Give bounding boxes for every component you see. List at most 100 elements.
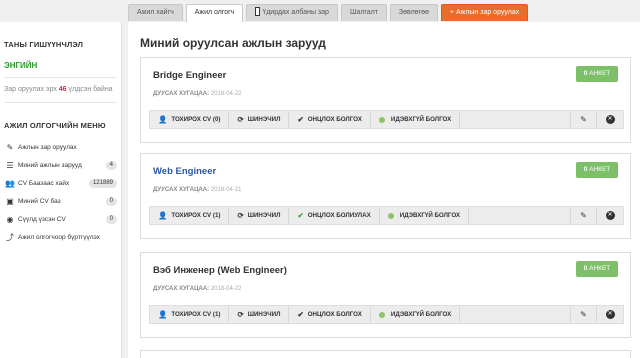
users-icon: 👥 [5, 178, 15, 188]
quota-suffix: үлдсэн байна [68, 86, 113, 93]
close-icon: ✕ [605, 310, 615, 319]
anket-count: 0 [583, 265, 588, 272]
list-icon: ☰ [6, 160, 14, 170]
job-card: Вэб Инженер (Web Engineer) ДУУСАХ ХУГАЦА… [140, 252, 631, 338]
deadline-label: ДУУСАХ ХУГАЦАА: [153, 286, 210, 292]
tab-management-jobs[interactable]: Үдирдах албаны зар [246, 4, 338, 21]
anket-count-button[interactable]: 0 АНКЕТ [576, 66, 618, 82]
matching-cv-label: ТОХИРОХ CV (0) [171, 116, 221, 123]
sidebar-item-my-cv-base[interactable]: ▣ Миний CV баз 0 [4, 192, 117, 210]
edit-icon: ✎ [580, 211, 587, 220]
count-badge: 0 [105, 196, 117, 206]
main-content: Миний оруулсан ажлын зарууд Bridge Engin… [128, 22, 640, 358]
matching-cv-button[interactable]: 👤 ТОХИРОХ CV (0) [150, 111, 230, 128]
pencil-icon: ✎ [6, 142, 14, 152]
check-icon: ✔ [297, 211, 304, 220]
sidebar-item-post-job[interactable]: ✎ Ажлын зар оруулах [4, 138, 117, 156]
refresh-button[interactable]: ⟳ ШИНЭЧИЛ [229, 207, 290, 224]
status-dot-icon [378, 116, 385, 123]
sidebar-item-my-jobs[interactable]: ☰ Миний ажлын зарууд 4 [4, 156, 117, 174]
sidebar-item-label: CV Баазаас хайх [18, 179, 70, 187]
delete-button[interactable]: ✕ [597, 111, 623, 128]
close-icon: ✕ [605, 115, 615, 124]
top-navigation: Ажил хайгч Ажил олгогч Үдирдах албаны за… [0, 0, 640, 22]
job-title[interactable]: Вэб Инженер (Web Engineer) [153, 265, 287, 276]
deadline-value: 2018-04-22 [210, 91, 242, 97]
spacer [460, 306, 571, 323]
divider [4, 77, 117, 78]
job-title[interactable]: Web Engineer [153, 166, 216, 177]
unfeature-button[interactable]: ✔ ОНЦЛОХ БОЛИУЛАХ [289, 207, 380, 224]
feature-button[interactable]: ✔ ОНЦЛОХ БОЛГОХ [289, 306, 371, 323]
membership-status: ЭНГИЙН [4, 61, 38, 70]
sidebar-item-register-employer[interactable]: ⤴ Ажил олгогчоор бүртгүүлэх [4, 228, 117, 246]
tab-label: Үдирдах албаны зар [262, 9, 329, 16]
membership-heading: ТАНЫ ГИШҮҮНЧЛЭЛ [4, 40, 84, 49]
deadline-label: ДУУСАХ ХУГАЦАА: [153, 91, 210, 97]
sidebar-item-label: Сүүлд үзсэн CV [18, 215, 66, 223]
tab-advice[interactable]: Зөвлөгөө [389, 4, 438, 21]
job-card-partial [140, 350, 631, 358]
status-dot-icon [378, 311, 385, 318]
matching-cv-button[interactable]: 👤 ТОХИРОХ CV (1) [150, 306, 230, 323]
sidebar: ТАНЫ ГИШҮҮНЧЛЭЛ ЭНГИЙН Зар оруулах эрх 4… [0, 22, 122, 358]
tab-employer[interactable]: Ажил олгогч [185, 4, 244, 22]
deactivate-button[interactable]: ИДЭВХГҮЙ БОЛГОХ [371, 306, 461, 323]
feature-button[interactable]: ✔ ОНЦЛОХ БОЛГОХ [289, 111, 371, 128]
refresh-label: ШИНЭЧИЛ [247, 116, 281, 123]
deactivate-label: ИДЭВХГҮЙ БОЛГОХ [399, 212, 461, 219]
deactivate-label: ИДЭВХГҮЙ БОЛГОХ [390, 311, 452, 318]
sidebar-item-cv-search[interactable]: 👥 CV Баазаас хайх 121889 [4, 174, 117, 192]
spacer [469, 207, 571, 224]
edit-icon: ✎ [580, 310, 587, 319]
delete-button[interactable]: ✕ [597, 207, 623, 224]
matching-cv-button[interactable]: 👤 ТОХИРОХ CV (1) [150, 207, 230, 224]
job-card: Bridge Engineer ДУУСАХ ХУГАЦАА: 2018-04-… [140, 57, 631, 143]
refresh-button[interactable]: ⟳ ШИНЭЧИЛ [229, 306, 290, 323]
refresh-icon: ⟳ [237, 310, 244, 319]
anket-label: АНКЕТ [589, 166, 611, 173]
employer-menu: ✎ Ажлын зар оруулах ☰ Миний ажлын зарууд… [4, 138, 117, 246]
job-actions-bar: 👤 ТОХИРОХ CV (1) ⟳ ШИНЭЧИЛ ✔ ОНЦЛОХ БОЛИУЛА… [149, 206, 624, 225]
edit-button[interactable]: ✎ [571, 306, 597, 323]
matching-cv-label: ТОХИРОХ CV (1) [171, 212, 221, 219]
refresh-label: ШИНЭЧИЛ [247, 212, 281, 219]
share-icon: ⤴ [6, 232, 14, 242]
tab-job-seeker[interactable]: Ажил хайгч [128, 4, 183, 21]
deactivate-label: ИДЭВХГҮЙ БОЛГОХ [390, 116, 452, 123]
save-icon: ▣ [6, 196, 14, 206]
delete-button[interactable]: ✕ [597, 306, 623, 323]
check-icon: ✔ [297, 310, 304, 319]
job-deadline: ДУУСАХ ХУГАЦАА: 2018-04-21 [153, 187, 242, 193]
refresh-icon: ⟳ [237, 115, 244, 124]
feature-label: ОНЦЛОХ БОЛГОХ [307, 311, 362, 318]
post-job-button[interactable]: + Ажлын зар оруулах [440, 4, 529, 21]
edit-button[interactable]: ✎ [571, 207, 597, 224]
anket-count-button[interactable]: 0 АНКЕТ [576, 261, 618, 277]
deadline-label: ДУУСАХ ХУГАЦАА: [153, 187, 210, 193]
check-icon: ✔ [297, 115, 304, 124]
refresh-label: ШИНЭЧИЛ [247, 311, 281, 318]
deactivate-button[interactable]: ИДЭВХГҮЙ БОЛГОХ [380, 207, 470, 224]
job-actions-bar: 👤 ТОХИРОХ CV (0) ⟳ ШИНЭЧИЛ ✔ ОНЦЛОХ БОЛГОХ … [149, 110, 624, 129]
tab-exam[interactable]: Шалгалт [340, 4, 387, 21]
sidebar-item-label: Ажлын зар оруулах [18, 143, 77, 151]
document-icon [255, 7, 261, 16]
sidebar-item-label: Миний CV баз [18, 197, 61, 205]
job-deadline: ДУУСАХ ХУГАЦАА: 2018-04-22 [153, 91, 242, 97]
job-title[interactable]: Bridge Engineer [153, 70, 226, 81]
anket-count-button[interactable]: 0 АНКЕТ [576, 162, 618, 178]
eye-icon: ◉ [6, 214, 14, 224]
employer-menu-heading: АЖИЛ ОЛГОГЧИЙН МЕНЮ [4, 121, 106, 130]
edit-button[interactable]: ✎ [571, 111, 597, 128]
user-icon: 👤 [158, 310, 168, 319]
anket-label: АНКЕТ [589, 265, 611, 272]
count-badge: 121889 [88, 178, 117, 188]
main-tabs: Ажил хайгч Ажил олгогч Үдирдах албаны за… [128, 4, 529, 22]
quota-value: 46 [58, 86, 67, 93]
refresh-button[interactable]: ⟳ ШИНЭЧИЛ [229, 111, 290, 128]
spacer [460, 111, 571, 128]
sidebar-item-recent-cv[interactable]: ◉ Сүүлд үзсэн CV 0 [4, 210, 117, 228]
deactivate-button[interactable]: ИДЭВХГҮЙ БОЛГОХ [371, 111, 461, 128]
feature-label: ОНЦЛОХ БОЛГОХ [307, 116, 362, 123]
